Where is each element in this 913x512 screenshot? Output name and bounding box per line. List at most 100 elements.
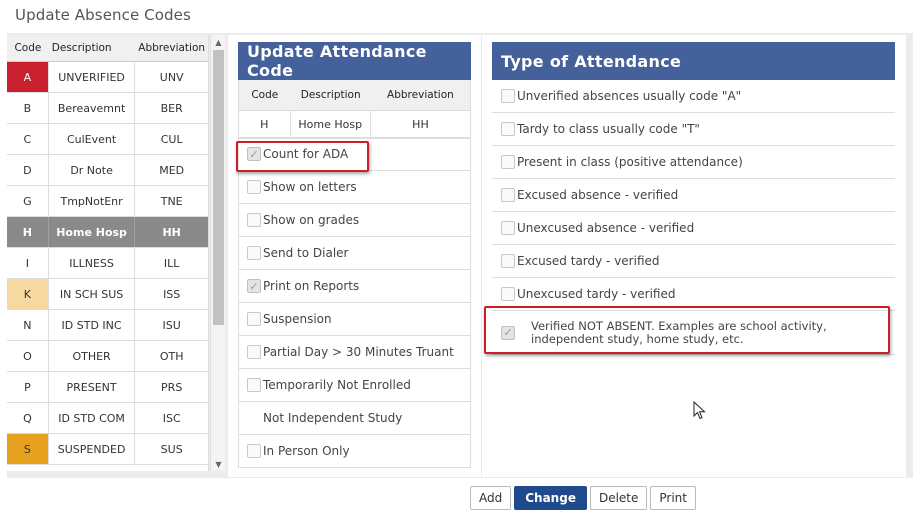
description-cell: ILLNESS (49, 248, 136, 278)
checkbox[interactable] (247, 345, 261, 359)
description-cell: Bereavemnt (49, 93, 136, 123)
add-button[interactable]: Add (470, 486, 512, 510)
window-title: Update Absence Codes (15, 6, 191, 24)
attendance-option[interactable]: Partial Day > 30 Minutes Truant (239, 336, 470, 369)
checkbox[interactable]: ✓ (501, 325, 515, 340)
option-label: Excused absence - verified (517, 188, 679, 202)
checkbox[interactable] (247, 180, 261, 194)
mouse-pointer-icon (693, 401, 706, 420)
option-label: Print on Reports (263, 279, 360, 293)
check-icon: ✓ (503, 326, 513, 339)
checkbox[interactable] (247, 246, 261, 260)
option-label: Unexcused tardy - verified (517, 287, 676, 301)
attendance-option[interactable]: Show on letters (239, 171, 470, 204)
code-row[interactable]: C CulEvent CUL (7, 124, 208, 155)
code-row[interactable]: P PRESENT PRS (7, 372, 208, 403)
header-description[interactable]: Description (49, 42, 136, 54)
code-row[interactable]: A UNVERIFIED UNV (7, 62, 208, 93)
update-attendance-title: Update Attendance Code (238, 42, 471, 80)
delete-button[interactable]: Delete (589, 486, 648, 510)
checkbox[interactable] (247, 213, 261, 227)
abbreviation-cell: CUL (160, 132, 183, 146)
header-abbreviation[interactable]: Abbreviation (135, 42, 208, 54)
current-description: Home Hosp (291, 111, 371, 137)
abbreviation-cell: TNE (160, 194, 183, 208)
checkbox[interactable] (501, 122, 515, 136)
code-row[interactable]: H Home Hosp HH (7, 217, 208, 248)
description-cell: ID STD COM (49, 403, 136, 433)
scroll-thumb[interactable] (213, 50, 224, 325)
abbreviation-cell: OTH (159, 349, 184, 363)
abbreviation-cell: ISS (163, 287, 181, 301)
attendance-type-option[interactable]: Excused tardy - verified (492, 245, 895, 278)
code-cell: O (7, 341, 49, 371)
caret-up-icon[interactable]: ▲ (211, 35, 226, 49)
codes-list-header: Code Description Abbreviation (7, 35, 208, 62)
code-cell: P (7, 372, 49, 402)
change-button[interactable]: Change (514, 486, 587, 510)
abbreviation-cell: ISC (162, 411, 181, 425)
checkbox[interactable] (247, 378, 261, 392)
option-label: Tardy to class usually code "T" (517, 122, 700, 136)
caret-down-icon[interactable]: ▼ (211, 457, 226, 471)
header-description: Description (300, 89, 361, 101)
attendance-type-option[interactable]: Unexcused tardy - verified (492, 278, 895, 311)
attendance-type-option[interactable]: ✓ Verified NOT ABSENT. Examples are schoo… (492, 311, 895, 355)
checkbox[interactable] (501, 254, 515, 268)
attendance-option[interactable]: Suspension (239, 303, 470, 336)
header-abbreviation: Abbreviation (387, 89, 454, 101)
checkbox[interactable] (501, 188, 515, 202)
code-row[interactable]: K IN SCH SUS ISS (7, 279, 208, 310)
attendance-type-option[interactable]: Tardy to class usually code "T" (492, 113, 895, 146)
option-label: Unverified absences usually code "A" (517, 89, 742, 103)
print-button[interactable]: Print (650, 486, 696, 510)
attendance-code-table: Code Description Abbreviation H Home Hos… (238, 80, 471, 139)
attendance-type-option[interactable]: Excused absence - verified (492, 179, 895, 212)
attendance-option[interactable]: Temporarily Not Enrolled (239, 369, 470, 402)
attendance-type-option[interactable]: Present in class (positive attendance) (492, 146, 895, 179)
type-of-attendance-list: Unverified absences usually code "A" Tard… (492, 80, 895, 355)
description-cell: OTHER (49, 341, 136, 371)
code-cell: Q (7, 403, 49, 433)
checkbox[interactable] (501, 155, 515, 169)
code-row[interactable]: I ILLNESS ILL (7, 248, 208, 279)
attendance-type-option[interactable]: Unverified absences usually code "A" (492, 80, 895, 113)
description-cell: Dr Note (49, 155, 136, 185)
checkbox[interactable]: ✓ (247, 279, 261, 293)
checkbox[interactable] (247, 312, 261, 326)
attendance-option[interactable]: Show on grades (239, 204, 470, 237)
code-row[interactable]: O OTHER OTH (7, 341, 208, 372)
checkbox[interactable] (247, 444, 261, 458)
abbreviation-cell: SUS (160, 442, 183, 456)
codes-list-scrollbar[interactable]: ▲ ▼ (210, 35, 225, 471)
description-cell: IN SCH SUS (49, 279, 136, 309)
checkbox[interactable] (501, 89, 515, 103)
checkbox[interactable]: ✓ (247, 147, 261, 161)
code-row[interactable]: N ID STD INC ISU (7, 310, 208, 341)
attendance-option[interactable]: In Person Only (239, 435, 470, 468)
code-cell: S (7, 434, 49, 464)
checkbox[interactable] (501, 287, 515, 301)
code-row[interactable]: G TmpNotEnr TNE (7, 186, 208, 217)
abbreviation-cell: ISU (162, 318, 181, 332)
code-row[interactable]: S SUSPENDED SUS (7, 434, 208, 465)
option-label: Temporarily Not Enrolled (263, 378, 411, 392)
attendance-option[interactable]: ✓ Count for ADA (239, 138, 470, 171)
code-row[interactable]: B Bereavemnt BER (7, 93, 208, 124)
checkbox[interactable] (501, 221, 515, 235)
attendance-option[interactable]: Not Independent Study (239, 402, 470, 435)
option-label: Partial Day > 30 Minutes Truant (263, 345, 454, 359)
current-code: H (239, 111, 291, 137)
header-code[interactable]: Code (7, 42, 49, 54)
code-row[interactable]: Q ID STD COM ISC (7, 403, 208, 434)
code-row[interactable]: D Dr Note MED (7, 155, 208, 186)
option-label: In Person Only (263, 444, 350, 458)
code-cell: N (7, 310, 49, 340)
code-cell: I (7, 248, 49, 278)
code-cell: A (7, 62, 49, 92)
option-label: Verified NOT ABSENT. Examples are school… (531, 318, 827, 346)
attendance-option[interactable]: Send to Dialer (239, 237, 470, 270)
attendance-option[interactable]: ✓ Print on Reports (239, 270, 470, 303)
codes-rows: A UNVERIFIED UNV B Bereavemnt BER C CulEvent CUL… (7, 62, 208, 465)
attendance-type-option[interactable]: Unexcused absence - verified (492, 212, 895, 245)
